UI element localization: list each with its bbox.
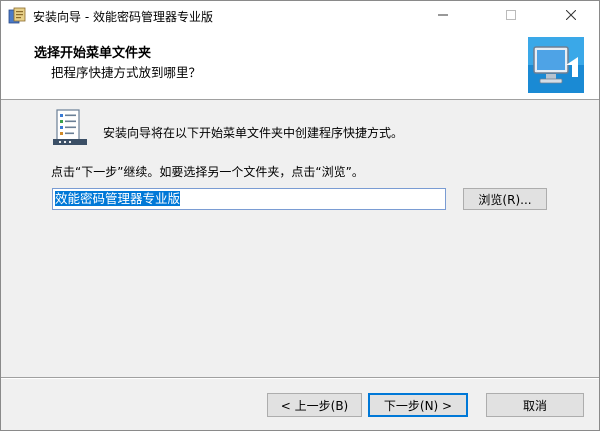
browse-button[interactable]: 浏览(R)... — [463, 188, 547, 210]
page-title: 选择开始菜单文件夹 — [34, 46, 152, 61]
installer-window: 安装向导 - 效能密码管理器专业版 选择开始菜单文件夹 把程序快捷方式放到哪里？ — [0, 0, 600, 431]
folder-instruction: 点击“下一步”继续。如要选择另一个文件夹，点击“浏览”。 — [51, 165, 364, 179]
minimize-button[interactable] — [421, 1, 465, 31]
close-button[interactable] — [549, 1, 593, 31]
window-title: 安装向导 - 效能密码管理器专业版 — [33, 10, 213, 24]
maximize-button[interactable] — [489, 1, 533, 31]
back-button[interactable]: < 上一步(B) — [267, 393, 362, 417]
computer-shortcut-icon — [528, 37, 584, 93]
minimize-icon — [438, 9, 448, 23]
title-bar[interactable]: 安装向导 - 效能密码管理器专业版 — [1, 1, 599, 31]
folder-description: 安装向导将在以下开始菜单文件夹中创建程序快捷方式。 — [103, 126, 404, 140]
wizard-header: 选择开始菜单文件夹 把程序快捷方式放到哪里？ — [1, 31, 599, 100]
maximize-icon — [506, 9, 516, 23]
close-icon — [565, 9, 577, 23]
page-subtitle: 把程序快捷方式放到哪里？ — [51, 65, 202, 80]
start-menu-folder-icon — [51, 109, 89, 147]
next-button[interactable]: 下一步(N) > — [368, 393, 468, 417]
footer-divider — [1, 377, 599, 379]
folder-input-value: 效能密码管理器专业版 — [55, 191, 181, 206]
cancel-button[interactable]: 取消 — [486, 393, 584, 417]
start-menu-folder-input[interactable]: 效能密码管理器专业版 — [52, 188, 446, 210]
installer-app-icon — [8, 7, 26, 25]
